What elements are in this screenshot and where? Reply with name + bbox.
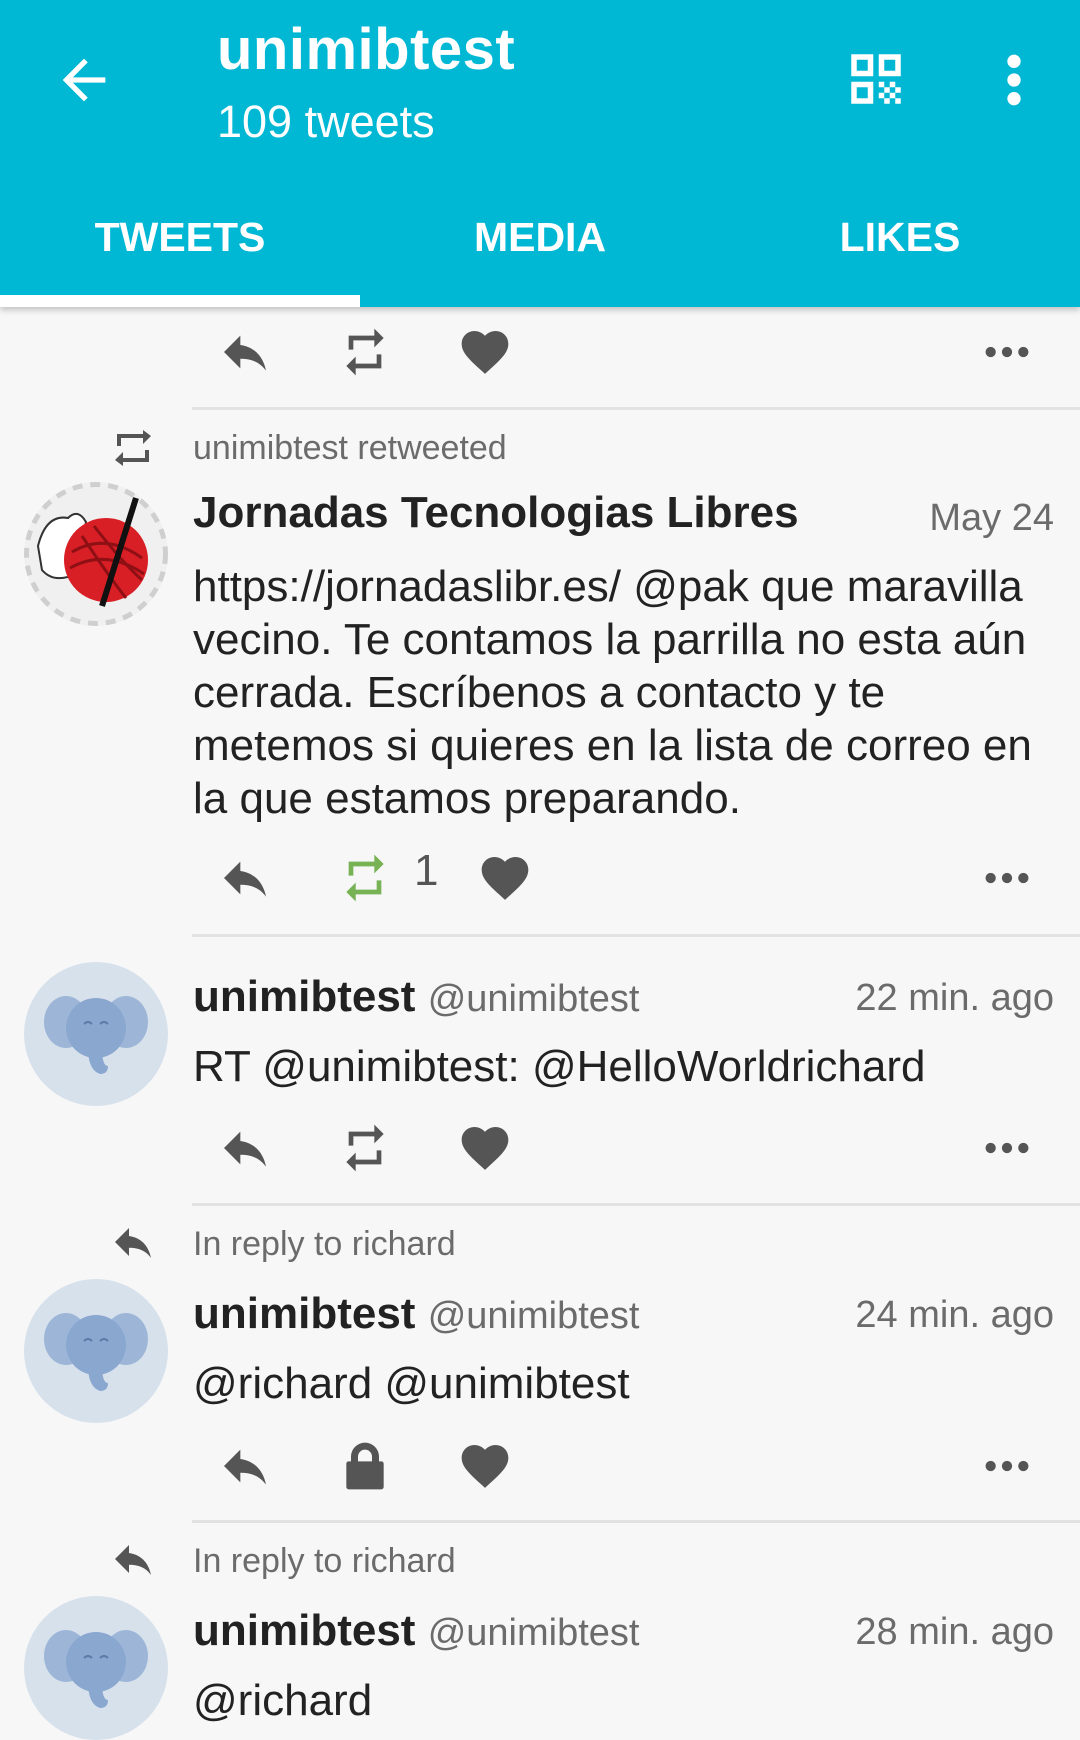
- tweet-author-handle: @unimibtest: [427, 978, 640, 1020]
- more-vert-icon[interactable]: [994, 48, 1034, 112]
- divider: [192, 934, 1080, 937]
- reply-icon[interactable]: [210, 850, 280, 906]
- tweet-author-name: Jornadas Tecnologias Libres: [193, 488, 799, 537]
- avatar[interactable]: [24, 1279, 168, 1423]
- tweet-author-handle: @unimibtest: [427, 1295, 640, 1337]
- tweet-text: @richard @unimibtest: [193, 1359, 630, 1408]
- tweet-actions: [192, 1108, 1062, 1188]
- arrow-left-icon[interactable]: [52, 48, 116, 112]
- reply-icon[interactable]: [210, 1120, 280, 1176]
- tweet-author-name: unimibtest @unimibtest: [193, 972, 640, 1021]
- avatar[interactable]: [24, 962, 168, 1106]
- like-icon[interactable]: [470, 850, 540, 906]
- tweet-author-handle: @unimibtest: [427, 1612, 640, 1654]
- app-bar: unimibtest 109 tweets TWEETS MEDIA LIKES: [0, 0, 1080, 307]
- elephant-avatar-icon: [44, 1630, 148, 1708]
- tab-tweets[interactable]: TWEETS: [0, 178, 360, 296]
- tweet-actions: [192, 1426, 1062, 1506]
- divider: [192, 1203, 1080, 1206]
- retweet-context-icon: [115, 430, 151, 466]
- reply-context-icon: [115, 1228, 151, 1258]
- tweet-text: @richard: [193, 1676, 373, 1725]
- retweet-icon-active[interactable]: [330, 850, 400, 906]
- tweet-timestamp: 24 min. ago: [855, 1294, 1054, 1336]
- retweet-icon[interactable]: [330, 324, 400, 380]
- divider: [192, 1520, 1080, 1523]
- like-icon[interactable]: [450, 324, 520, 380]
- more-horiz-icon[interactable]: [972, 324, 1042, 380]
- qr-code-icon[interactable]: [843, 46, 909, 112]
- like-icon[interactable]: [450, 1120, 520, 1176]
- divider: [192, 407, 1080, 410]
- reply-context-label: In reply to richard: [193, 1542, 456, 1580]
- retweet-icon[interactable]: [330, 1120, 400, 1176]
- tweet-actions: 1: [192, 838, 1062, 918]
- tab-likes[interactable]: LIKES: [720, 178, 1080, 296]
- more-horiz-icon[interactable]: [972, 1120, 1042, 1176]
- lock-icon: [346, 1442, 384, 1490]
- reply-context-icon: [115, 1545, 151, 1575]
- reply-icon[interactable]: [210, 1438, 280, 1494]
- tweet-timestamp: 22 min. ago: [855, 977, 1054, 1019]
- retweet-count: 1: [414, 846, 439, 895]
- reply-context-label: In reply to richard: [193, 1225, 456, 1263]
- elephant-avatar-icon: [44, 996, 148, 1074]
- tweet-timestamp: May 24: [929, 497, 1054, 539]
- tweet-author-name: unimibtest @unimibtest: [193, 1606, 640, 1655]
- avatar[interactable]: [24, 482, 168, 626]
- retweet-context-label: unimibtest retweeted: [193, 429, 507, 467]
- tweet-text: RT @unimibtest: @HelloWorldrichard: [193, 1042, 926, 1091]
- tweet-text: https://jornadaslibr.es/ @pak que maravi…: [193, 562, 1032, 823]
- reply-icon[interactable]: [210, 324, 280, 380]
- elephant-avatar-icon: [44, 1313, 148, 1391]
- tweet-author-name: unimibtest @unimibtest: [193, 1289, 640, 1338]
- avatar-logo-icon: [24, 482, 168, 626]
- tweet-count-subtitle: 109 tweets: [217, 96, 435, 147]
- tweet-timestamp: 28 min. ago: [855, 1611, 1054, 1653]
- tweet-actions: [192, 312, 1062, 392]
- like-icon[interactable]: [450, 1438, 520, 1494]
- tab-indicator: [0, 295, 360, 307]
- page-title: unimibtest: [217, 17, 516, 82]
- more-horiz-icon[interactable]: [972, 850, 1042, 906]
- avatar[interactable]: [24, 1596, 168, 1740]
- tab-media[interactable]: MEDIA: [360, 178, 720, 296]
- more-horiz-icon[interactable]: [972, 1438, 1042, 1494]
